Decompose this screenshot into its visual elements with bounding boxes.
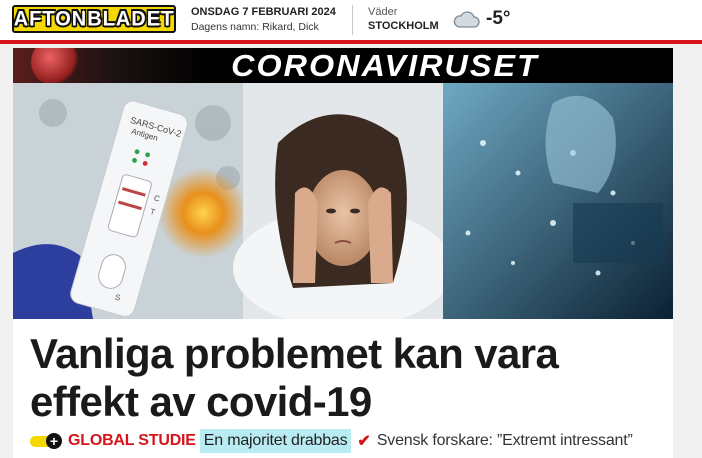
cloud-icon: [453, 11, 480, 28]
plus-badge: +: [30, 432, 62, 449]
header-divider: [352, 5, 353, 35]
weather-city[interactable]: STOCKHOLM: [368, 20, 439, 32]
weather-label[interactable]: Väder: [368, 6, 397, 18]
article-headline[interactable]: Vanliga problemet kan vara effekt av cov…: [30, 330, 650, 426]
current-date: ONSDAG 7 FEBRUARI 2024: [191, 6, 336, 18]
logo-text: AFTONBLADET: [13, 6, 175, 31]
article-teaser: Svensk forskare: ”Extremt intressant”: [376, 432, 633, 449]
temperature: -5°: [486, 8, 511, 29]
coronaviruset-banner[interactable]: CORONAVIRUSET: [13, 48, 673, 83]
plus-icon: +: [46, 432, 62, 449]
checkmark-icon: ✔: [357, 433, 371, 450]
article-kicker: GLOBAL STUDIE: [68, 432, 196, 449]
site-header: AFTONBLADET ONSDAG 7 FEBRUARI 2024 Dagen…: [0, 0, 702, 40]
hero-illustration: SARS-CoV-2 Antigen C T S: [13, 83, 673, 319]
article-subline[interactable]: + GLOBAL STUDIE En majoritet drabbas ✔ S…: [30, 429, 633, 453]
namedays: Dagens namn: Rikard, Dick: [191, 21, 319, 33]
article-highlight: En majoritet drabbas: [199, 429, 352, 453]
virus-icon: [31, 48, 79, 83]
banner-title: CORONAVIRUSET: [231, 48, 539, 83]
hero-image[interactable]: SARS-CoV-2 Antigen C T S: [13, 83, 673, 319]
aftonbladet-logo[interactable]: AFTONBLADET: [12, 5, 176, 33]
